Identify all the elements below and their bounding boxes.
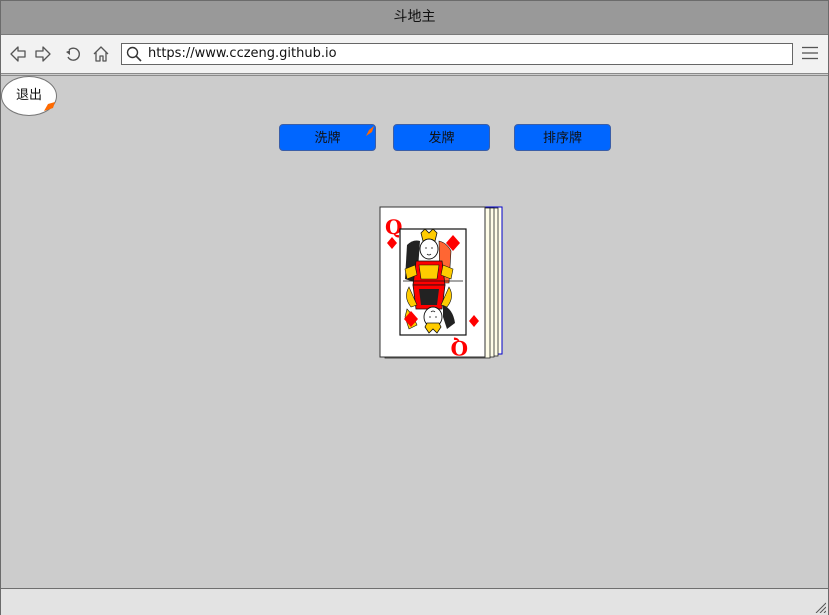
annotation-marker-icon bbox=[366, 126, 374, 136]
browser-window: 斗地主 https://www.cczeng.github.io 退出 洗牌 发… bbox=[0, 0, 829, 615]
queen-of-diamonds-card[interactable]: Q Q bbox=[379, 206, 486, 359]
sort-button[interactable]: 排序牌 bbox=[514, 124, 611, 151]
shuffle-button[interactable]: 洗牌 bbox=[279, 124, 376, 151]
browser-toolbar: https://www.cczeng.github.io bbox=[1, 35, 828, 76]
forward-icon[interactable] bbox=[34, 45, 52, 63]
card-deck[interactable]: Q Q bbox=[379, 205, 505, 359]
status-bar bbox=[1, 588, 828, 615]
home-icon[interactable] bbox=[92, 45, 110, 63]
back-icon[interactable] bbox=[9, 45, 27, 63]
window-title: 斗地主 bbox=[393, 9, 436, 25]
search-icon bbox=[126, 46, 142, 62]
annotation-marker-icon bbox=[44, 102, 55, 111]
title-bar: 斗地主 bbox=[1, 1, 828, 35]
menu-icon[interactable] bbox=[802, 46, 818, 60]
address-bar[interactable]: https://www.cczeng.github.io bbox=[121, 43, 793, 65]
deal-button[interactable]: 发牌 bbox=[393, 124, 490, 151]
refresh-icon[interactable] bbox=[64, 45, 82, 63]
url-text[interactable]: https://www.cczeng.github.io bbox=[148, 44, 337, 64]
resize-grip-icon[interactable] bbox=[814, 601, 826, 613]
card-rank-bottom: Q bbox=[451, 336, 468, 359]
